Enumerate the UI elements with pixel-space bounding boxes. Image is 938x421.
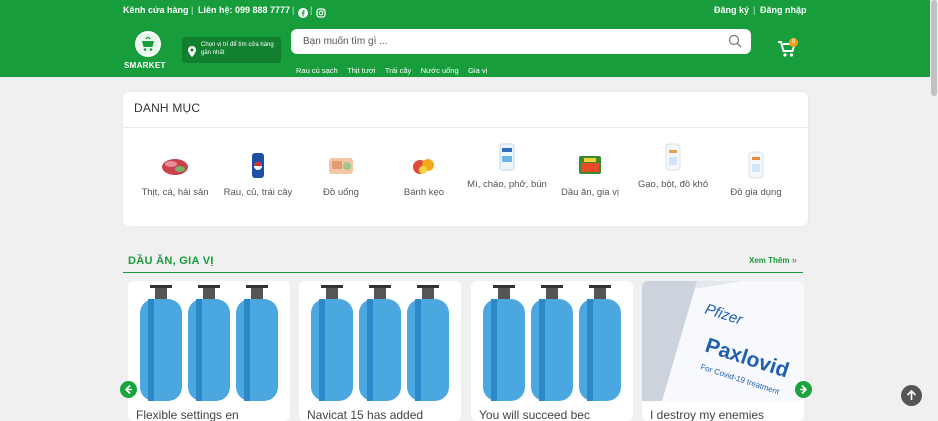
login-link[interactable]: Đăng nhập (760, 0, 807, 20)
household-icon (741, 150, 771, 180)
category-item-drinks[interactable]: Đồ uống (301, 150, 381, 198)
product-card[interactable]: Flexible settings en (128, 281, 290, 421)
divider: | (191, 5, 194, 15)
product-card[interactable]: Pfizer Paxlovid For Covid-19 treatment I… (642, 281, 804, 421)
category-item-snacks[interactable]: Bánh kẹo (384, 150, 464, 198)
quick-link[interactable]: Trái cây (385, 66, 411, 75)
soda-can-icon (243, 150, 273, 180)
category-label: Đồ uống (323, 187, 359, 198)
snacks-icon (409, 150, 439, 180)
category-label: Gạo, bột, đồ khô (637, 179, 709, 190)
register-link[interactable]: Đăng ký (714, 0, 749, 20)
category-label: Bánh kẹo (403, 187, 445, 198)
arrow-right-icon (800, 384, 808, 395)
top-bar: Kênh cửa hàng | Liên hệ: 099 888 7777 | … (0, 0, 938, 20)
see-more-label: Xem Thêm (749, 256, 790, 265)
carousel-prev-button[interactable] (120, 381, 137, 398)
category-title: DANH MỤC (134, 101, 201, 115)
scroll-to-top-button[interactable] (901, 385, 922, 406)
quick-link[interactable]: Thịt tươi (347, 66, 375, 75)
contact-phone[interactable]: Liên hệ: 099 888 7777 (198, 0, 290, 20)
category-label: Dầu ăn, gia vị (560, 187, 620, 198)
spice-pack-icon (575, 150, 605, 180)
product-title[interactable]: Flexible settings en (136, 408, 239, 421)
drinks-icon (326, 150, 356, 180)
instagram-icon[interactable] (316, 5, 326, 18)
gas-cylinder-image (299, 281, 461, 401)
section-title: DẦU ĂN, GIA VỊ (128, 255, 214, 267)
category-item-rice-dry[interactable]: Gạo, bột, đồ khô (633, 142, 713, 190)
category-label: Mì, cháo, phở, bún (467, 179, 547, 190)
medicine-box-image: Pfizer Paxlovid For Covid-19 treatment (642, 281, 804, 401)
double-chevron-right-icon: » (791, 255, 797, 265)
rice-bag-icon (658, 142, 688, 172)
quick-link[interactable]: Rau củ sạch (296, 66, 338, 75)
search-placeholder: Bạn muốn tìm gì ... (303, 36, 388, 47)
search-icon[interactable] (728, 34, 742, 48)
divider: | (310, 5, 313, 15)
scrollbar-thumb[interactable] (931, 0, 937, 96)
category-item-oil-spices[interactable]: Dầu ăn, gia vị (550, 150, 630, 198)
divider (123, 272, 803, 273)
store-channel-link[interactable]: Kênh cửa hàng (123, 0, 189, 20)
location-text: Chọn vị trí để tìm cửa hàng gần nhất (201, 42, 274, 56)
product-card[interactable]: You will succeed bec (471, 281, 633, 421)
carousel-next-button[interactable] (795, 381, 812, 398)
see-more-link[interactable]: Xem Thêm » (749, 255, 797, 265)
facebook-icon[interactable] (298, 5, 308, 18)
category-label: Đồ gia dụng (730, 187, 782, 198)
location-pin-icon (188, 44, 196, 57)
quick-link[interactable]: Gia vị (468, 66, 487, 75)
divider: | (292, 5, 295, 15)
cart-count-badge: 0 (789, 38, 798, 47)
noodle-pack-icon (492, 142, 522, 172)
gas-cylinder-image (128, 281, 290, 401)
quick-link[interactable]: Nước uống (421, 66, 459, 75)
product-card[interactable]: Navicat 15 has added (299, 281, 461, 421)
meat-icon (160, 150, 190, 180)
product-title[interactable]: Navicat 15 has added (307, 408, 423, 421)
product-title[interactable]: I destroy my enemies (650, 408, 764, 421)
gas-cylinder-image (471, 281, 633, 401)
product-title[interactable]: You will succeed bec (479, 408, 590, 421)
arrow-left-icon (124, 384, 132, 395)
arrow-up-icon (906, 389, 917, 400)
category-label: Rau, củ, trái cây (223, 187, 293, 198)
divider: | (753, 5, 756, 15)
category-item-household[interactable]: Đồ gia dụng (716, 150, 796, 198)
brand-name[interactable]: SMARKET (124, 61, 166, 70)
category-item-produce[interactable]: Rau, củ, trái cây (218, 150, 298, 198)
category-item-meat-seafood[interactable]: Thịt, cá, hải sản (135, 150, 215, 198)
logo-icon[interactable] (135, 31, 161, 57)
quick-links: Rau củ sạch Thịt tươi Trái cây Nước uống… (296, 60, 492, 78)
category-item-noodles[interactable]: Mì, cháo, phở, bún (467, 142, 547, 190)
category-label: Thịt, cá, hải sản (141, 187, 209, 198)
divider (123, 127, 808, 128)
